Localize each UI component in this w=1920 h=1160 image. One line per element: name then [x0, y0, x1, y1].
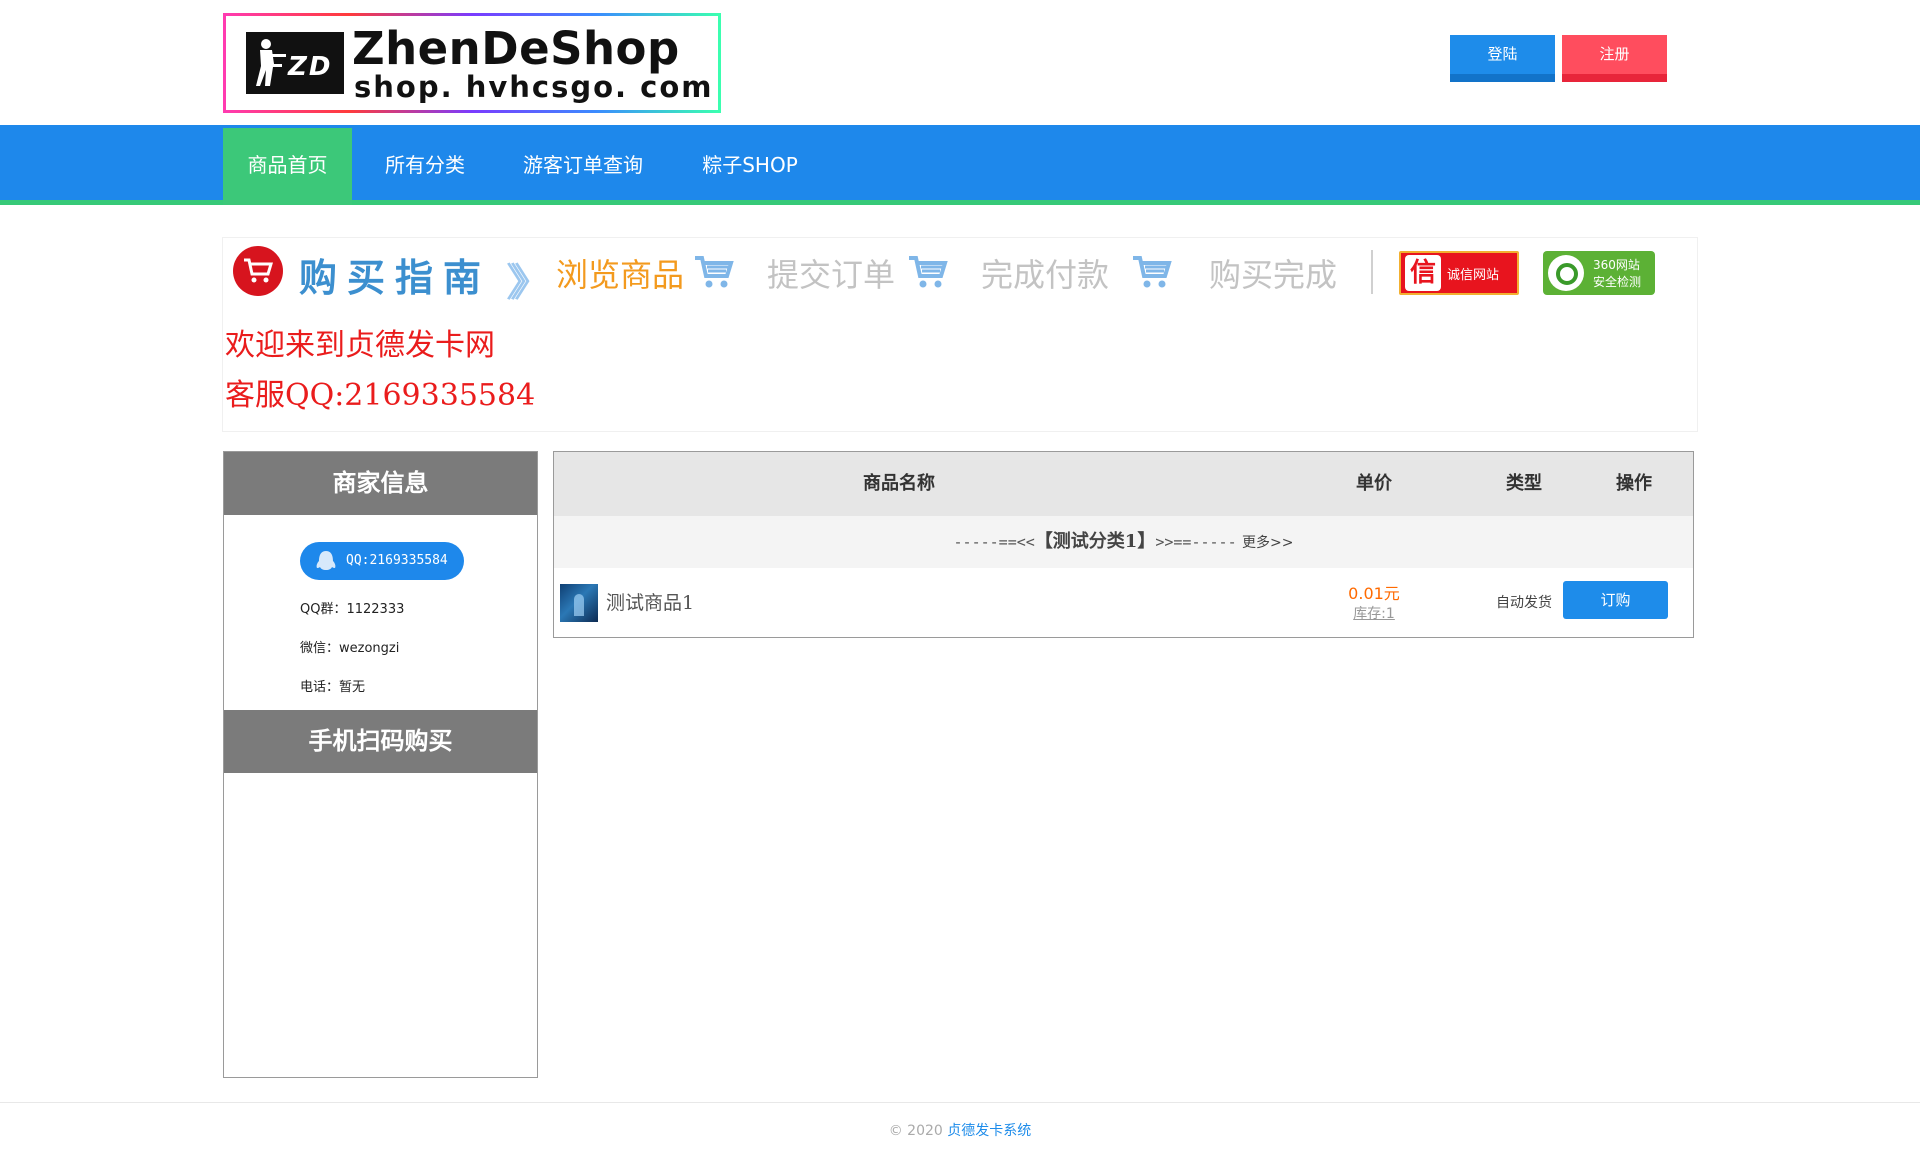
login-button[interactable]: 登陆	[1450, 35, 1555, 82]
product-price: 0.01元	[1348, 584, 1400, 603]
cart-icon	[695, 256, 734, 288]
category-suffix: >>==-----	[1155, 533, 1237, 551]
category-name[interactable]: 【测试分类1】	[1035, 531, 1156, 552]
guide-divider	[1371, 250, 1373, 294]
scan-to-buy-heading: 手机扫码购买	[224, 710, 537, 773]
footer-divider	[0, 1102, 1920, 1103]
nav-item-zongzi-shop[interactable]: 粽子SHOP	[680, 128, 820, 205]
nav-item-categories[interactable]: 所有分类	[365, 128, 485, 205]
col-header-action: 操作	[1616, 473, 1652, 494]
logo-title: ZhenDeShop	[352, 22, 680, 75]
guide-strip: 购买指南 〉〉〉 浏览商品 提交订单 完成付款 购买完成 信 诚信网站 360网…	[223, 238, 1699, 308]
logo-icon-text: ZD	[288, 52, 333, 82]
col-header-price: 单价	[1356, 473, 1392, 494]
register-button[interactable]: 注册	[1562, 35, 1667, 82]
guide-step-done: 购买完成	[1209, 256, 1338, 294]
product-table: 商品名称 单价 类型 操作 -----==<<【测试分类1】>>==----- …	[553, 451, 1694, 638]
cart-icon	[909, 256, 948, 288]
trust-badge-360-line1: 360网站	[1593, 258, 1640, 272]
table-header: 商品名称 单价 类型 操作	[554, 452, 1693, 516]
xin-icon: 信	[1405, 255, 1441, 291]
purchase-guide-banner: 购买指南 〉〉〉 浏览商品 提交订单 完成付款 购买完成 信 诚信网站 360网…	[222, 237, 1698, 432]
trust-badge-chengxin[interactable]: 信 诚信网站	[1399, 251, 1519, 295]
qq-group-text: QQ群：1122333	[300, 602, 405, 617]
guide-step-pay: 完成付款	[981, 256, 1110, 294]
order-button[interactable]: 订购	[1563, 581, 1668, 619]
logo-subtitle: shop. hvhcsgo. com	[354, 70, 714, 104]
guide-step-submit: 提交订单	[767, 256, 896, 294]
trust-badge-360[interactable]: 360网站 安全检测	[1543, 251, 1655, 295]
qq-contact-button[interactable]: QQ:2169335584	[300, 542, 464, 580]
cart-icon	[1133, 256, 1172, 288]
logo-emblem: ZD	[246, 32, 344, 94]
support-qq-text: 客服QQ:2169335584	[225, 378, 536, 413]
table-row: 测试商品1 0.01元 库存:1 自动发货 订购	[554, 568, 1693, 638]
merchant-info-heading: 商家信息	[224, 452, 537, 515]
main-nav: 商品首页 所有分类 游客订单查询 粽子SHOP	[0, 125, 1920, 205]
merchant-sidebar: 商家信息 QQ:2169335584 QQ群：1122333 微信：wezong…	[223, 451, 538, 1078]
category-prefix: -----==<<	[953, 533, 1035, 551]
category-row: -----==<<【测试分类1】>>==----- 更多>>	[554, 516, 1693, 568]
site-logo[interactable]: ZD ZhenDeShop shop. hvhcsgo. com	[223, 13, 721, 113]
wechat-text: 微信：wezongzi	[300, 641, 400, 656]
trust-badge-360-line2: 安全检测	[1593, 275, 1642, 289]
category-more-link[interactable]: 更多>>	[1242, 535, 1293, 551]
cart-badge-icon	[233, 246, 283, 296]
col-header-name: 商品名称	[863, 473, 935, 494]
product-stock: 库存:1	[1353, 606, 1395, 622]
soldier-icon	[256, 39, 286, 86]
qq-contact-label: QQ:2169335584	[346, 553, 448, 568]
phone-text: 电话：暂无	[300, 680, 366, 695]
copyright-text: © 2020	[888, 1123, 943, 1139]
product-name[interactable]: 测试商品1	[606, 588, 694, 615]
trust-badge-chengxin-label: 诚信网站	[1447, 268, 1500, 283]
guide-step-browse: 浏览商品	[556, 256, 685, 294]
site-footer: © 2020 贞德发卡系统	[0, 1120, 1920, 1140]
site-header: ZD ZhenDeShop shop. hvhcsgo. com 登陆 注册	[0, 0, 1920, 125]
chevrons-icon: 〉〉〉	[505, 260, 553, 306]
welcome-text: 欢迎来到贞德发卡网	[225, 328, 495, 363]
guide-title: 购买指南	[299, 256, 492, 300]
magnifier-icon	[1548, 255, 1584, 291]
product-thumbnail[interactable]	[560, 584, 598, 622]
footer-brand-link[interactable]: 贞德发卡系统	[947, 1123, 1031, 1139]
nav-item-guest-orders[interactable]: 游客订单查询	[510, 128, 656, 205]
qq-penguin-icon	[316, 551, 336, 570]
nav-item-home[interactable]: 商品首页	[223, 128, 352, 205]
